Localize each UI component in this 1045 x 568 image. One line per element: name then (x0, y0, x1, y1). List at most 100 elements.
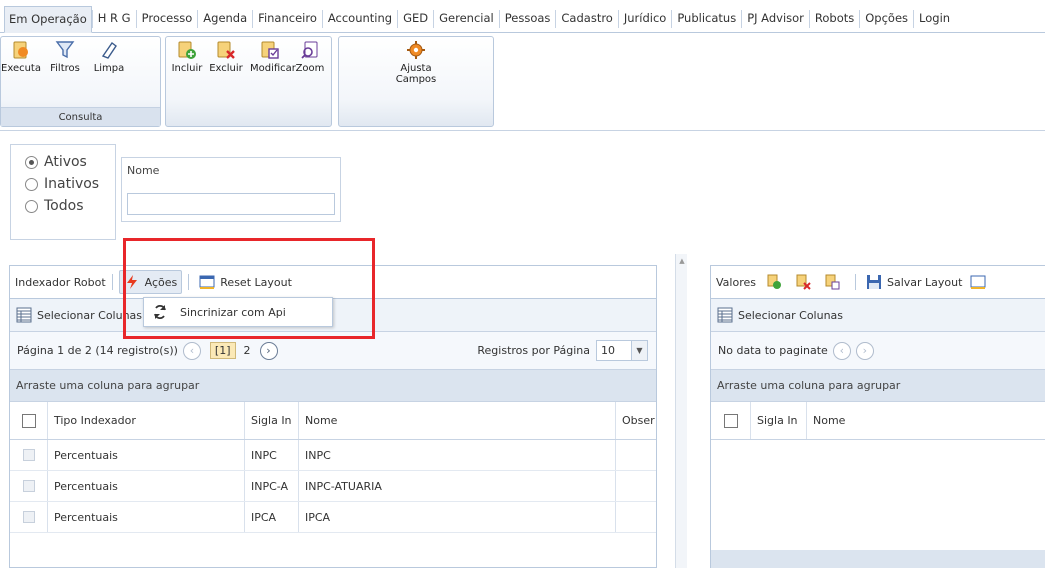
eraser-icon (101, 42, 117, 59)
radio-button[interactable] (25, 177, 38, 191)
page-2-link[interactable]: 2 (244, 344, 251, 357)
prev-page-button[interactable]: ‹ (182, 341, 201, 360)
menu-tab[interactable]: Em Operação (4, 6, 92, 33)
valores-select-columns-bar[interactable]: Selecionar Colunas (711, 299, 1045, 332)
radio-button[interactable] (25, 155, 38, 169)
col-sigla[interactable]: Sigla In (751, 402, 807, 439)
toolbar-separator (188, 274, 190, 290)
col-observacao[interactable]: Obser (616, 402, 656, 439)
toolbar-separator (111, 274, 113, 290)
radio-button[interactable] (25, 199, 38, 213)
salvar-layout-button[interactable]: Salvar Layout (862, 271, 966, 293)
sync-api-menu-item[interactable]: Sincrinizar com Api (152, 304, 286, 320)
row-checkbox[interactable] (22, 449, 35, 461)
vertical-scrollbar[interactable]: ▲ (675, 254, 687, 568)
modificar-button[interactable]: Modificar (250, 39, 296, 74)
toolbar-separator (854, 274, 856, 290)
menu-tab[interactable]: Agenda (198, 5, 252, 32)
grid-header: Tipo Indexador Sigla In Nome Obser (10, 402, 656, 440)
menu-tab[interactable]: PJ Advisor (742, 5, 809, 32)
cell-sigla: IPCA (245, 502, 299, 532)
menu-tab[interactable]: Financeiro (253, 5, 322, 32)
valores-footer (711, 550, 1045, 568)
valores-toolbar: Valores Salvar Layout (711, 266, 1045, 299)
group-by-hint[interactable]: Arraste uma coluna para agrupar (10, 370, 656, 402)
incluir-button[interactable]: Incluir (167, 39, 207, 74)
sync-api-label: Sincrinizar com Api (180, 305, 286, 319)
menu-tab[interactable]: Pessoas (500, 5, 556, 32)
select-all-checkbox[interactable] (21, 413, 36, 428)
col-sigla[interactable]: Sigla In (245, 402, 299, 439)
col-tipo-indexador[interactable]: Tipo Indexador (48, 402, 245, 439)
status-filter: Ativos Inativos Todos (10, 144, 116, 240)
menu-tab[interactable]: H R G (93, 5, 136, 32)
table-row[interactable]: Percentuais IPCA IPCA (10, 502, 656, 533)
rows-per-page: Registros por Página 10 ▼ (477, 340, 648, 361)
filtros-button[interactable]: Filtros (45, 39, 85, 74)
executa-button[interactable]: Executa (1, 39, 41, 74)
campos-label: Campos (395, 74, 437, 85)
valores-reset-layout-button[interactable] (966, 271, 995, 293)
reset-layout-button[interactable]: Reset Layout (195, 271, 296, 293)
cell-sigla: INPC-A (245, 471, 299, 501)
next-page-button[interactable]: › (855, 341, 874, 360)
select-columns-bar[interactable]: Selecionar Colunas (10, 299, 656, 332)
columns-icon (717, 307, 733, 323)
valores-group-by-hint[interactable]: Arraste uma coluna para agrupar (711, 370, 1045, 402)
menu-tab[interactable]: Accounting (323, 5, 397, 32)
menu-tab[interactable]: GED (398, 5, 433, 32)
ribbon: Executa Filtros Limpa Consulta Incluir E… (0, 33, 1045, 129)
cell-observacao (616, 502, 656, 532)
edit-record-icon (261, 41, 279, 59)
menu-tab[interactable]: Jurídico (619, 5, 671, 32)
refresh-icon (154, 305, 166, 319)
valores-edit-button[interactable] (820, 271, 849, 293)
status-option-label: Ativos (44, 154, 87, 170)
reset-layout-label: Reset Layout (220, 275, 292, 289)
indexador-title: Indexador Robot (15, 275, 106, 289)
next-page-button[interactable]: › (259, 341, 278, 360)
valores-add-button[interactable] (762, 271, 791, 293)
col-nome[interactable]: Nome (299, 402, 616, 439)
lightning-icon (126, 275, 137, 289)
row-checkbox[interactable] (22, 480, 35, 492)
cell-nome: INPC (299, 440, 616, 470)
excluir-button[interactable]: Excluir (206, 39, 246, 74)
valores-select-columns-label: Selecionar Colunas (738, 308, 844, 322)
zoom-button[interactable]: Zoom (290, 39, 330, 74)
menu-tab[interactable]: Opções (860, 5, 913, 32)
filtros-label: Filtros (50, 63, 80, 74)
valores-panel: Valores Salvar Layout Selecionar Colunas… (710, 265, 1045, 568)
menu-tab[interactable]: Publicatus (672, 5, 741, 32)
cell-tipo: Percentuais (48, 502, 245, 532)
executa-label: Executa (1, 63, 41, 74)
menu-tab[interactable]: Gerencial (434, 5, 499, 32)
row-select-cell (10, 502, 48, 532)
row-checkbox[interactable] (22, 511, 35, 523)
modificar-label: Modificar (250, 63, 296, 74)
limpa-button[interactable]: Limpa (89, 39, 129, 74)
status-option[interactable]: Ativos (25, 151, 115, 173)
valores-grid-header: Sigla In Nome (711, 402, 1045, 440)
select-all-checkbox[interactable] (723, 413, 738, 428)
menu-tab[interactable]: Cadastro (556, 5, 617, 32)
delete-record-icon (217, 41, 235, 59)
acoes-dropdown: Sincrinizar com Api (143, 297, 333, 327)
valores-delete-button[interactable] (791, 271, 820, 293)
status-option[interactable]: Todos (25, 195, 115, 217)
table-row[interactable]: Percentuais INPC-A INPC-ATUARIA (10, 471, 656, 502)
table-row[interactable]: Percentuais INPC INPC (10, 440, 656, 471)
cell-tipo: Percentuais (48, 471, 245, 501)
col-nome[interactable]: Nome (807, 402, 1007, 439)
name-filter: Nome (121, 157, 341, 222)
menu-tab[interactable]: Robots (810, 5, 859, 32)
ajusta-campos-button[interactable]: Ajusta Campos (390, 39, 442, 85)
prev-page-button[interactable]: ‹ (832, 341, 851, 360)
rows-per-page-select[interactable]: 10 ▼ (596, 340, 648, 361)
scroll-up-icon[interactable]: ▲ (676, 254, 688, 268)
acoes-button[interactable]: Ações (118, 270, 183, 294)
menu-tab[interactable]: Login (914, 5, 955, 32)
menu-tab[interactable]: Processo (137, 5, 198, 32)
status-option[interactable]: Inativos (25, 173, 115, 195)
name-input[interactable] (127, 193, 335, 215)
